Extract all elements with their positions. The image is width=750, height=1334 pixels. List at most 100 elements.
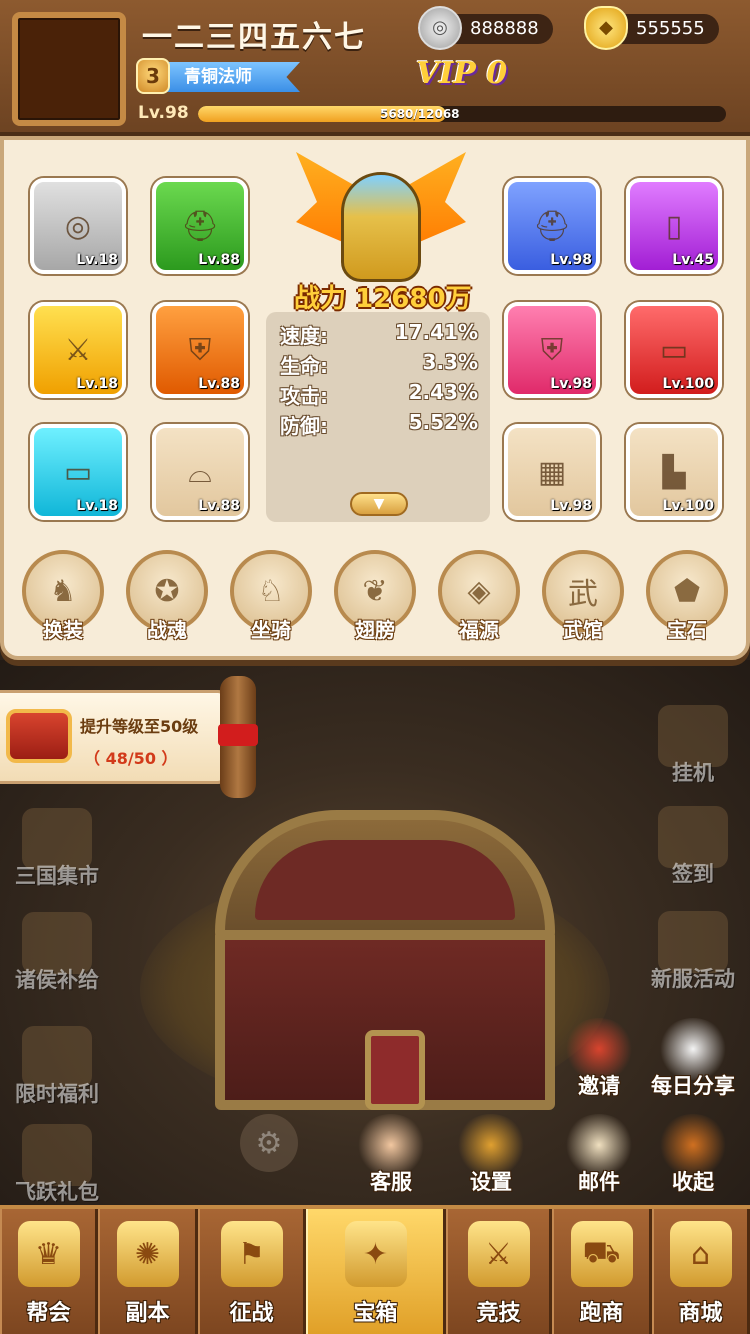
- chest-gem: [365, 1030, 425, 1110]
- equipment-panel: ◎ Lv.18 ⛑ Lv.88 ⚔ Lv.18 ⛨ Lv.88 ▭ Lv.18 ⌓ Lv.88 ⛑ Lv…: [0, 136, 750, 660]
- avatar[interactable]: [12, 12, 126, 126]
- function-mount[interactable]: ♘ 坐骑: [226, 550, 316, 650]
- equipment-slot-right-2[interactable]: ▯ Lv.45: [626, 178, 722, 274]
- function-label: 福源: [459, 618, 499, 642]
- stat-row-attack: 攻击: 2.43%: [280, 380, 478, 409]
- stats-panel: 速度: 17.41% 生命: 3.3% 攻击: 2.43% 防御: 5.52% …: [266, 312, 490, 522]
- equipment-slot-left-1[interactable]: ◎ Lv.18: [30, 178, 126, 274]
- equipment-slot-left-2[interactable]: ⛑ Lv.88: [152, 178, 248, 274]
- armor-icon: ⛨: [540, 332, 564, 368]
- side-button-idle-chest[interactable]: 挂机: [638, 705, 748, 805]
- rank-badge: 3: [136, 58, 170, 94]
- nav-tab-crossed-swords[interactable]: ⚔ 竞技: [446, 1209, 552, 1334]
- chest-body: [215, 930, 555, 1110]
- bracer-icon: ▭: [63, 454, 93, 490]
- action-dove[interactable]: 每日分享: [638, 1018, 748, 1118]
- action-service[interactable]: 客服: [336, 1114, 446, 1214]
- action-settings[interactable]: 设置: [436, 1114, 546, 1214]
- stat-row-hp: 生命: 3.3%: [280, 350, 478, 379]
- token-icon: ▯: [665, 208, 683, 244]
- bottom-nav: ♛ 帮会 ✺ 副本 ⚑ 征战 ✦ 宝箱 ⚔ 竞技 ⛟ 跑商 ⌂ 商城: [0, 1205, 750, 1334]
- side-button-drum[interactable]: 新服活动: [638, 911, 748, 1011]
- function-label: 坐骑: [251, 618, 291, 642]
- vip-badge[interactable]: VIP 0: [416, 56, 507, 91]
- side-button-label: 飞跃礼包: [15, 1180, 99, 1204]
- slot-level: Lv.100: [662, 498, 714, 514]
- slot-level: Lv.98: [550, 252, 592, 268]
- function-wings[interactable]: ❦ 翅膀: [330, 550, 420, 650]
- chest-icon: ✦: [344, 1221, 407, 1287]
- big-treasure-chest[interactable]: [215, 810, 555, 1110]
- equipment-slot-left-6[interactable]: ⌓ Lv.88: [152, 424, 248, 520]
- equipment-slot-left-5[interactable]: ▭ Lv.18: [30, 424, 126, 520]
- task-chest-icon: [6, 709, 72, 763]
- combat-power: 战力 12680万: [294, 278, 472, 315]
- chevron-down-icon: ▼: [373, 496, 385, 512]
- action-label: 客服: [370, 1170, 412, 1194]
- side-button-checkin[interactable]: 签到: [638, 806, 748, 906]
- equipment-slot-left-3[interactable]: ⚔ Lv.18: [30, 302, 126, 398]
- stat-value: 3.3%: [422, 350, 478, 374]
- nav-tab-chest[interactable]: ✦ 宝箱: [306, 1209, 446, 1334]
- function-label: 换装: [43, 618, 83, 642]
- nav-tab-dungeon-scroll[interactable]: ✺ 副本: [98, 1209, 198, 1334]
- side-button-treasure[interactable]: 限时福利: [2, 1026, 112, 1126]
- gear-icon: ⚙: [240, 1114, 298, 1172]
- nav-tab-guild[interactable]: ♛ 帮会: [0, 1209, 98, 1334]
- silver-coin-icon: ◎: [418, 6, 462, 50]
- function-gem[interactable]: ⬟ 宝石: [642, 550, 732, 650]
- equipment-slot-left-4[interactable]: ⛨ Lv.88: [152, 302, 248, 398]
- function-martial-hall[interactable]: 武武馆: [538, 550, 628, 650]
- silver-currency[interactable]: ◎ 888888: [418, 6, 553, 50]
- nav-tab-label: 征战: [229, 1301, 274, 1326]
- stat-name: 攻击:: [280, 384, 328, 408]
- hero-figure[interactable]: [296, 152, 466, 292]
- side-button-supply-bag[interactable]: 诸侯补给: [2, 912, 112, 1012]
- action-label: 收起: [672, 1170, 714, 1194]
- function-label: 武馆: [563, 618, 603, 642]
- gauntlet-icon: ▦: [537, 454, 567, 490]
- nav-tab-shop[interactable]: ⌂ 商城: [652, 1209, 750, 1334]
- scroll-rod: [218, 676, 258, 798]
- slot-level: Lv.18: [76, 376, 118, 392]
- equipment-slot-right-3[interactable]: ⛨ Lv.98: [504, 302, 600, 398]
- equipment-slot-right-4[interactable]: ▭ Lv.100: [626, 302, 722, 398]
- function-label: 宝石: [667, 618, 707, 642]
- boots-icon: ▙: [662, 454, 686, 490]
- nav-tab-cart[interactable]: ⛟ 跑商: [552, 1209, 652, 1334]
- task-progress: （ 48/50 ）: [84, 749, 178, 768]
- slot-level: Lv.100: [662, 376, 714, 392]
- nav-tab-label: 跑商: [579, 1301, 624, 1326]
- action-collapse[interactable]: 收起: [638, 1114, 748, 1214]
- equipment-slot-right-6[interactable]: ▙ Lv.100: [626, 424, 722, 520]
- side-button-market[interactable]: 三国集市: [2, 808, 112, 908]
- function-row: ♞ 换装 ✪ 战魂 ♘ 坐骑 ❦ 翅膀 ◈ 福源武武馆 ⬟ 宝石: [18, 550, 738, 650]
- nav-tab-label: 宝箱: [353, 1301, 398, 1326]
- function-horse-statue[interactable]: ♞ 换装: [18, 550, 108, 650]
- helmet-icon: ⛑: [532, 208, 572, 244]
- gold-currency[interactable]: ◆ 555555: [584, 6, 719, 50]
- bracer-icon: ▭: [659, 332, 689, 368]
- function-label: 翅膀: [355, 618, 395, 642]
- task-banner[interactable]: 提升等级至50级 （ 48/50 ）: [0, 690, 226, 784]
- equipment-slot-right-1[interactable]: ⛑ Lv.98: [504, 178, 600, 274]
- nav-tab-battle-flag[interactable]: ⚑ 征战: [198, 1209, 306, 1334]
- function-lantern[interactable]: ◈ 福源: [434, 550, 524, 650]
- slot-level: Lv.88: [198, 252, 240, 268]
- task-title: 提升等级至50级: [80, 717, 199, 736]
- function-beast-soul[interactable]: ✪ 战魂: [122, 550, 212, 650]
- guild-icon: ♛: [17, 1221, 80, 1287]
- slot-level: Lv.18: [76, 252, 118, 268]
- action-label: 设置: [470, 1170, 512, 1194]
- player-header: 一二三四五六七 青铜法师 3 Lv.98 5680/12068 ◎ 888888…: [0, 0, 750, 136]
- stat-value: 17.41%: [394, 320, 478, 344]
- combat-power-value: 12680万: [355, 284, 472, 314]
- slot-level: Lv.45: [672, 252, 714, 268]
- helmet-icon: ⛑: [180, 208, 220, 244]
- side-button-label: 签到: [672, 862, 714, 886]
- equipment-slot-right-5[interactable]: ▦ Lv.98: [504, 424, 600, 520]
- expand-stats-button[interactable]: ▼: [350, 492, 408, 516]
- side-button-label: 挂机: [672, 761, 714, 785]
- slot-level: Lv.18: [76, 498, 118, 514]
- exp-text: 5680/12068: [380, 107, 460, 121]
